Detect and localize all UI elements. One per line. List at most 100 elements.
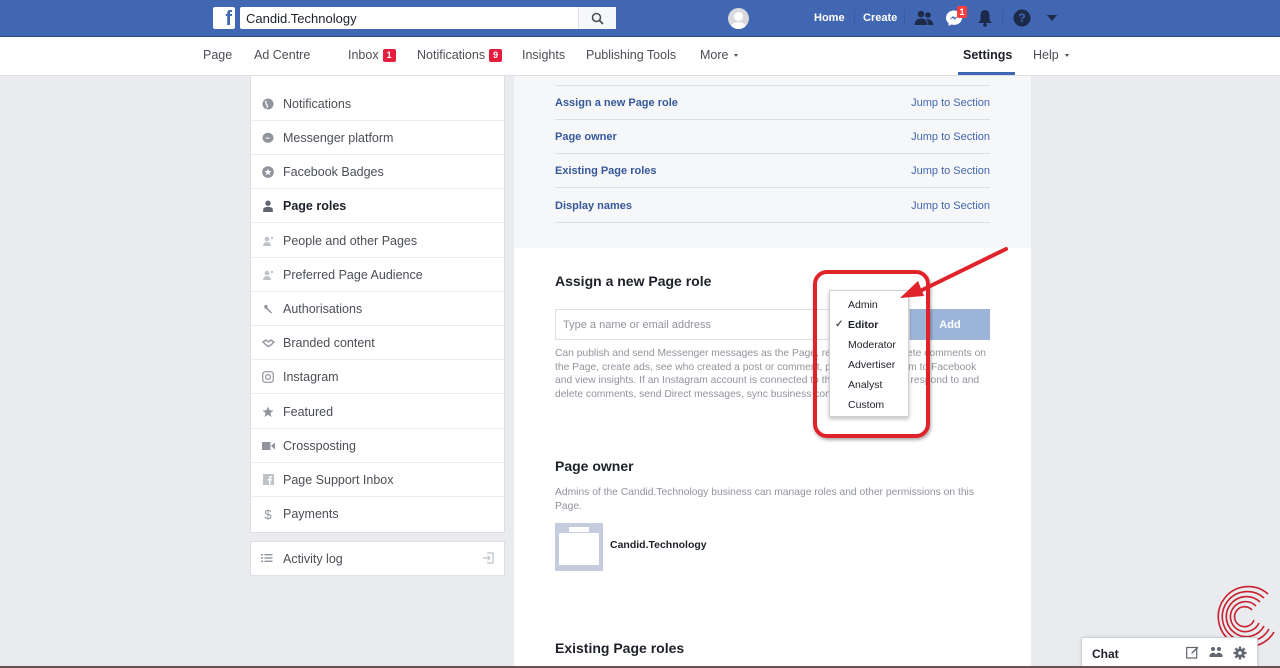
sidebar-item-label: Payments (283, 507, 339, 521)
friends-icon[interactable] (913, 8, 935, 28)
section-index: Assign a new Page role Jump to Section P… (514, 76, 1031, 248)
caret-down-icon (1064, 53, 1069, 57)
sidebar-item-label: Branded content (283, 335, 375, 350)
toc-title[interactable]: Assign a new Page role (555, 97, 678, 109)
sidebar-item-payments[interactable]: $ Payments (251, 497, 504, 531)
annotation-arrow-icon (900, 247, 1008, 298)
assign-role-heading: Assign a new Page role (555, 273, 712, 289)
search-input[interactable] (240, 7, 578, 29)
home-link[interactable]: Home (814, 12, 845, 24)
existing-roles-heading: Existing Page roles (555, 640, 685, 656)
svg-text:?: ? (1018, 11, 1025, 25)
sidebar-item-label: Notifications (283, 96, 352, 111)
tab-label: Ad Centre (254, 48, 311, 62)
new-message-icon[interactable] (1186, 646, 1199, 664)
sidebar-item-messenger-platform[interactable]: Messenger platform (251, 121, 504, 155)
tab-help[interactable]: Help (1033, 48, 1069, 62)
list-icon (261, 552, 275, 566)
owner-name[interactable]: Candid.Technology (610, 539, 707, 551)
sidebar-item-facebook-badges[interactable]: Facebook Badges (251, 155, 504, 189)
tab-label: Notifications (417, 48, 486, 62)
sidebar-item-label: People and other Pages (283, 233, 418, 248)
facebook-icon (261, 473, 275, 487)
create-link[interactable]: Create (863, 12, 897, 24)
sidebar-item-label: Page roles (283, 198, 347, 213)
sidebar-item-label: Page Support Inbox (283, 472, 394, 487)
page-owner-description: Admins of the Candid.Technology business… (555, 487, 974, 512)
sidebar-item-label: Activity log (283, 551, 343, 566)
person-icon (261, 199, 275, 213)
toc-row: Page owner Jump to Section (555, 120, 990, 154)
open-icon[interactable] (482, 552, 494, 567)
top-bar: f Home Create 1 ? (0, 0, 1280, 37)
messenger-icon (261, 131, 275, 145)
instagram-icon (261, 370, 275, 384)
tab-label: Help (1033, 48, 1059, 62)
divider (854, 10, 855, 26)
page-owner-heading: Page owner (555, 458, 634, 474)
divider (555, 52, 990, 86)
toc-row: Existing Page roles Jump to Section (555, 154, 990, 188)
sidebar-item-label: Featured (283, 404, 334, 419)
sidebar-item-label: Crossposting (283, 438, 356, 453)
video-icon (261, 439, 275, 453)
sidebar-item-label: Preferred Page Audience (283, 267, 423, 282)
toc-title[interactable]: Display names (555, 200, 632, 212)
caret-down-icon[interactable] (1044, 8, 1060, 28)
sidebar-item-label: Authorisations (283, 301, 363, 316)
avatar[interactable] (728, 8, 749, 29)
dollar-icon: $ (264, 506, 272, 522)
jump-to-section-link[interactable]: Jump to Section (911, 200, 990, 212)
tab-inbox[interactable]: Inbox 1 (348, 48, 396, 62)
toc-row: Assign a new Page role Jump to Section (555, 86, 990, 120)
page-roles-panel: Assign a new Page role Jump to Section P… (514, 76, 1031, 668)
sidebar-item-preferred-page-audience[interactable]: Preferred Page Audience (251, 258, 504, 292)
jump-to-section-link[interactable]: Jump to Section (911, 131, 990, 143)
sidebar-item-branded-content[interactable]: Branded content (251, 326, 504, 360)
settings-sidebar: Notifications Messenger platform Faceboo… (250, 76, 505, 533)
sidebar-item-authorisations[interactable]: Authorisations (251, 292, 504, 326)
toc-row: Display names Jump to Section (555, 189, 990, 223)
toc-title[interactable]: Existing Page roles (555, 165, 656, 177)
jump-to-section-link[interactable]: Jump to Section (911, 165, 990, 177)
sidebar-item-instagram[interactable]: Instagram (251, 360, 504, 394)
tab-page[interactable]: Page (203, 48, 232, 62)
tab-notifications[interactable]: Notifications 9 (417, 48, 503, 62)
sidebar-item-page-support-inbox[interactable]: Page Support Inbox (251, 463, 504, 497)
tab-label: Page (203, 48, 233, 62)
inbox-badge: 1 (382, 48, 396, 62)
sidebar-item-notifications[interactable]: Notifications (251, 87, 504, 121)
handshake-icon (261, 336, 275, 350)
business-icon (555, 523, 603, 571)
sidebar-item-page-roles[interactable]: Page roles (251, 189, 504, 223)
divider (904, 10, 905, 26)
toc-title[interactable]: Page owner (555, 131, 617, 143)
search-box (240, 7, 616, 29)
badge-icon (261, 165, 275, 179)
facebook-logo[interactable]: f (213, 7, 235, 30)
sidebar-item-label: Instagram (283, 369, 339, 384)
people-icon (261, 268, 275, 282)
sidebar-item-activity-log[interactable]: Activity log (250, 541, 505, 576)
sidebar-item-crossposting[interactable]: Crossposting (251, 429, 504, 463)
chat-bar[interactable]: Chat (1081, 637, 1258, 668)
divider (1002, 10, 1003, 26)
search-icon (591, 12, 604, 25)
sidebar-item-featured[interactable]: Featured (251, 395, 504, 429)
search-button[interactable] (578, 7, 616, 29)
chat-label: Chat (1092, 647, 1119, 661)
tab-label: Inbox (348, 48, 379, 62)
notifications-badge: 9 (489, 48, 503, 62)
people-icon (261, 234, 275, 248)
contacts-icon[interactable] (1209, 646, 1223, 664)
tab-ad-centre[interactable]: Ad Centre (254, 48, 310, 62)
star-icon (261, 405, 275, 419)
sidebar-item-label: Messenger platform (283, 130, 394, 145)
help-icon[interactable]: ? (1012, 8, 1032, 28)
sidebar-item-people-and-other-pages[interactable]: People and other Pages (251, 224, 504, 258)
sidebar-item-label: Facebook Badges (283, 164, 384, 179)
wrench-icon (261, 302, 275, 316)
bell-icon[interactable] (975, 8, 995, 28)
settings-gear-icon[interactable] (1233, 646, 1247, 665)
jump-to-section-link[interactable]: Jump to Section (911, 97, 990, 109)
